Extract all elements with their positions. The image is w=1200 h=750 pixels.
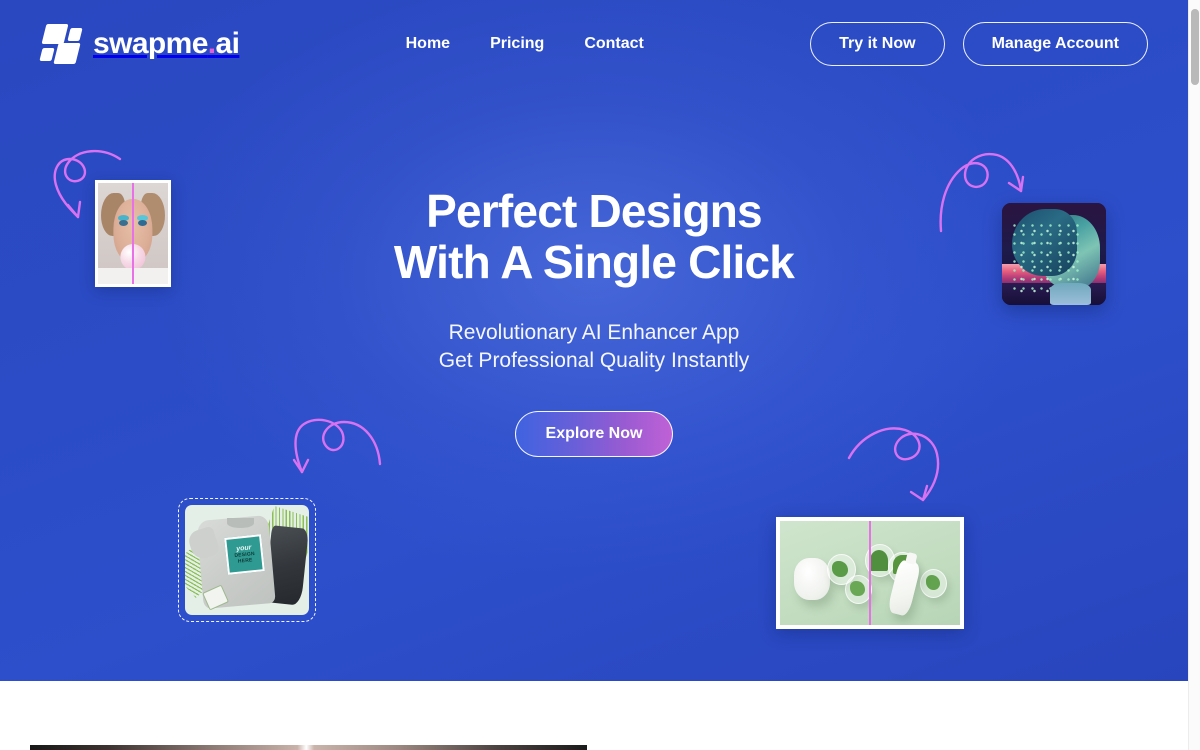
hero-headline-line-2: With A Single Click xyxy=(393,236,795,289)
hero-headline: Perfect Designs With A Single Click xyxy=(0,185,1188,289)
hero-subheadline-line-2: Get Professional Quality Instantly xyxy=(438,349,750,373)
cta-container: Explore Now xyxy=(0,411,1188,458)
hero-section: swapme.ai Home Pricing Contact Try it No… xyxy=(0,0,1188,681)
nav-item-home[interactable]: Home xyxy=(406,35,450,53)
try-it-now-button[interactable]: Try it Now xyxy=(810,22,945,66)
tshirt-mockup-image: your DESIGN HERE xyxy=(185,505,309,615)
swapme-logo-mark-icon xyxy=(39,23,84,65)
nav-item-contact[interactable]: Contact xyxy=(584,35,644,53)
next-section-image-edge xyxy=(30,745,587,750)
scrollbar-thumb[interactable] xyxy=(1191,9,1199,85)
page-scrollbar[interactable] xyxy=(1188,0,1200,750)
brand-suffix-text: ai xyxy=(215,27,240,60)
nav-item-pricing[interactable]: Pricing xyxy=(490,35,544,53)
tshirt-mockup-card[interactable]: your DESIGN HERE xyxy=(178,498,316,622)
cosmetics-before-after-divider[interactable] xyxy=(869,521,871,625)
brand-name-text: swapme xyxy=(93,27,208,60)
cream-jar-graphic xyxy=(794,558,831,601)
hero-content: Perfect Designs With A Single Click Revo… xyxy=(0,185,1188,458)
next-section-area xyxy=(0,681,1188,750)
cosmetics-flatlay-card[interactable] xyxy=(776,517,964,629)
manage-account-button[interactable]: Manage Account xyxy=(962,22,1148,66)
design-placeholder-label: your DESIGN HERE xyxy=(224,533,265,576)
design-label-bottom-text: DESIGN HERE xyxy=(234,550,255,565)
cosmetics-image xyxy=(780,521,960,625)
page-root: swapme.ai Home Pricing Contact Try it No… xyxy=(0,0,1200,750)
nav-actions-group: Try it Now Manage Account xyxy=(810,22,1148,66)
brand-dot-text: . xyxy=(207,27,216,60)
top-navigation-bar: swapme.ai Home Pricing Contact Try it No… xyxy=(0,0,1188,88)
hero-subheadline-line-1: Revolutionary AI Enhancer App xyxy=(448,321,740,345)
brand-wordmark: swapme.ai xyxy=(93,27,240,60)
nav-links-group: Home Pricing Contact xyxy=(406,35,644,53)
explore-now-button[interactable]: Explore Now xyxy=(514,411,674,458)
hero-subheadline: Revolutionary AI Enhancer App Get Profes… xyxy=(0,319,1188,375)
hero-headline-line-1: Perfect Designs xyxy=(426,185,763,237)
brand-logo-link[interactable]: swapme.ai xyxy=(39,23,240,65)
